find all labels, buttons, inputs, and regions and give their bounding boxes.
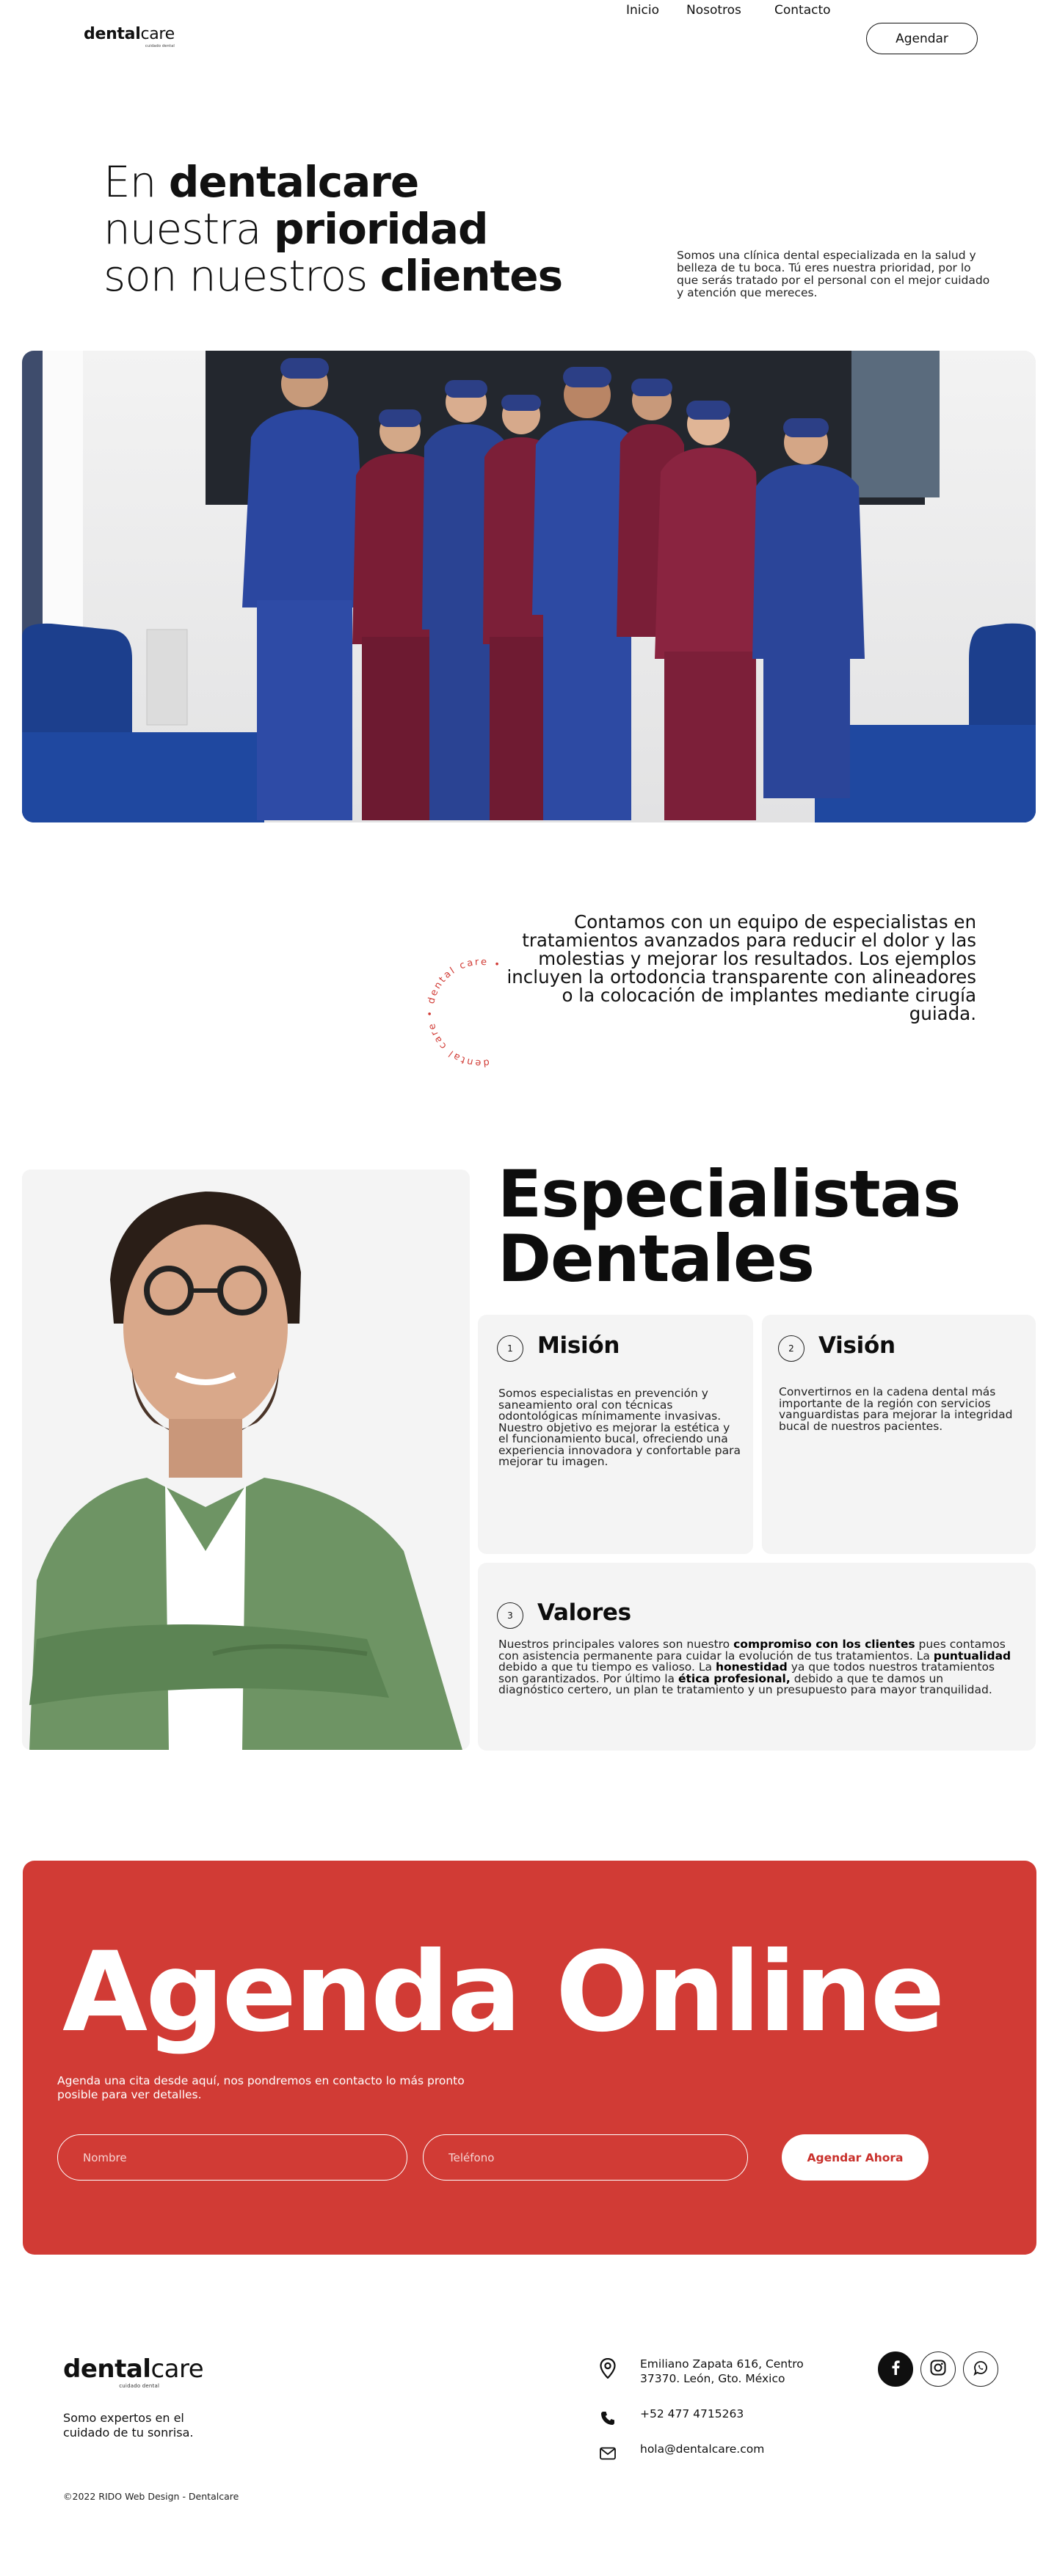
nav-nosotros[interactable]: Nosotros: [686, 3, 741, 18]
agenda-description: Agenda una cita desde aquí, nos pondremo…: [57, 2074, 465, 2101]
brand-logo[interactable]: dentalcare cuidado dental: [84, 25, 175, 49]
footer-logo-bold: dental: [63, 2354, 151, 2384]
nav-contacto[interactable]: Contacto: [774, 3, 831, 18]
hero-line2-pre: nuestra: [103, 204, 274, 254]
agenda-title: Agenda Online: [62, 1929, 945, 2057]
logo-light: care: [140, 25, 175, 43]
top-nav: dentalcare cuidado dental Inicio Nosotro…: [0, 0, 1057, 76]
vision-title: Visión: [818, 1332, 896, 1359]
facebook-button[interactable]: [878, 2351, 913, 2387]
agenda-section: Agenda Online Agenda una cita desde aquí…: [23, 1861, 1036, 2255]
address-line2: 37370. León, Gto. México: [640, 2372, 785, 2385]
values-number: 3: [497, 1602, 523, 1629]
instagram-button[interactable]: [920, 2351, 956, 2387]
phone-icon: [596, 2407, 620, 2430]
hero-description: Somos una clínica dental especializada e…: [677, 249, 990, 299]
address-line1: Emiliano Zapata 616, Centro: [640, 2357, 804, 2371]
mission-card: 1 Misión Somos especialistas en prevenci…: [478, 1315, 753, 1554]
footer-logo-tagline: cuidado dental: [119, 2383, 160, 2389]
facebook-icon: [891, 2360, 900, 2378]
footer-logo[interactable]: dentalcare cuidado dental: [63, 2354, 204, 2389]
location-pin-icon: [596, 2357, 620, 2380]
mail-icon: [596, 2442, 620, 2465]
instagram-icon: [930, 2360, 946, 2379]
email-text: hola@dentalcare.com: [640, 2442, 765, 2456]
hero-title: En dentalcare nuestra prioridad son nues…: [103, 157, 563, 301]
values-card: 3 Valores Nuestros principales valores s…: [478, 1563, 1036, 1751]
vision-number: 2: [778, 1335, 804, 1362]
copyright: ©2022 RIDO Web Design - Dentalcare: [63, 2491, 239, 2502]
name-input[interactable]: [57, 2134, 407, 2181]
hero-line2-bold: prioridad: [274, 204, 489, 254]
nav-inicio[interactable]: Inicio: [626, 3, 659, 18]
mission-number: 1: [497, 1335, 523, 1362]
email-row[interactable]: hola@dentalcare.com: [596, 2442, 764, 2465]
hero-line3-bold: clientes: [379, 251, 563, 301]
logo-tagline: cuidado dental: [145, 44, 175, 48]
agendar-ahora-button[interactable]: Agendar Ahora: [782, 2134, 929, 2181]
mission-title: Misión: [537, 1332, 620, 1359]
footer-logo-light: care: [150, 2354, 204, 2384]
address-row: Emiliano Zapata 616, Centro 37370. León,…: [596, 2357, 804, 2386]
vision-text: Convertirnos en la cadena dental más imp…: [779, 1385, 1013, 1433]
specialists-title: Especialistas Dentales: [498, 1162, 961, 1291]
vision-card: 2 Visión Convertirnos en la cadena denta…: [762, 1315, 1036, 1554]
specialists-title-line2: Dentales: [498, 1221, 815, 1296]
hero-line1-pre: En: [103, 157, 169, 207]
footer-tagline: Somo expertos en el cuidado de tu sonris…: [63, 2411, 194, 2440]
hero-line3-pre: son nuestros: [103, 251, 380, 301]
values-title: Valores: [537, 1599, 631, 1626]
phone-row[interactable]: +52 477 4715263: [596, 2407, 744, 2430]
whatsapp-button[interactable]: [963, 2351, 998, 2387]
doctor-photo: [22, 1170, 470, 1750]
hero-line1-bold: dentalcare: [168, 157, 419, 207]
phone-text: +52 477 4715263: [640, 2407, 744, 2420]
mission-text: Somos especialistas en prevención y sane…: [498, 1387, 741, 1468]
team-photo: [22, 351, 1036, 822]
agendar-button[interactable]: Agendar: [866, 23, 978, 54]
intro-text: Contamos con un equipo de especialistas …: [506, 911, 976, 1024]
values-text: Nuestros principales valores son nuestro…: [498, 1638, 1011, 1696]
logo-bold: dental: [84, 25, 141, 43]
phone-input[interactable]: [423, 2134, 748, 2181]
whatsapp-icon: [973, 2360, 989, 2379]
